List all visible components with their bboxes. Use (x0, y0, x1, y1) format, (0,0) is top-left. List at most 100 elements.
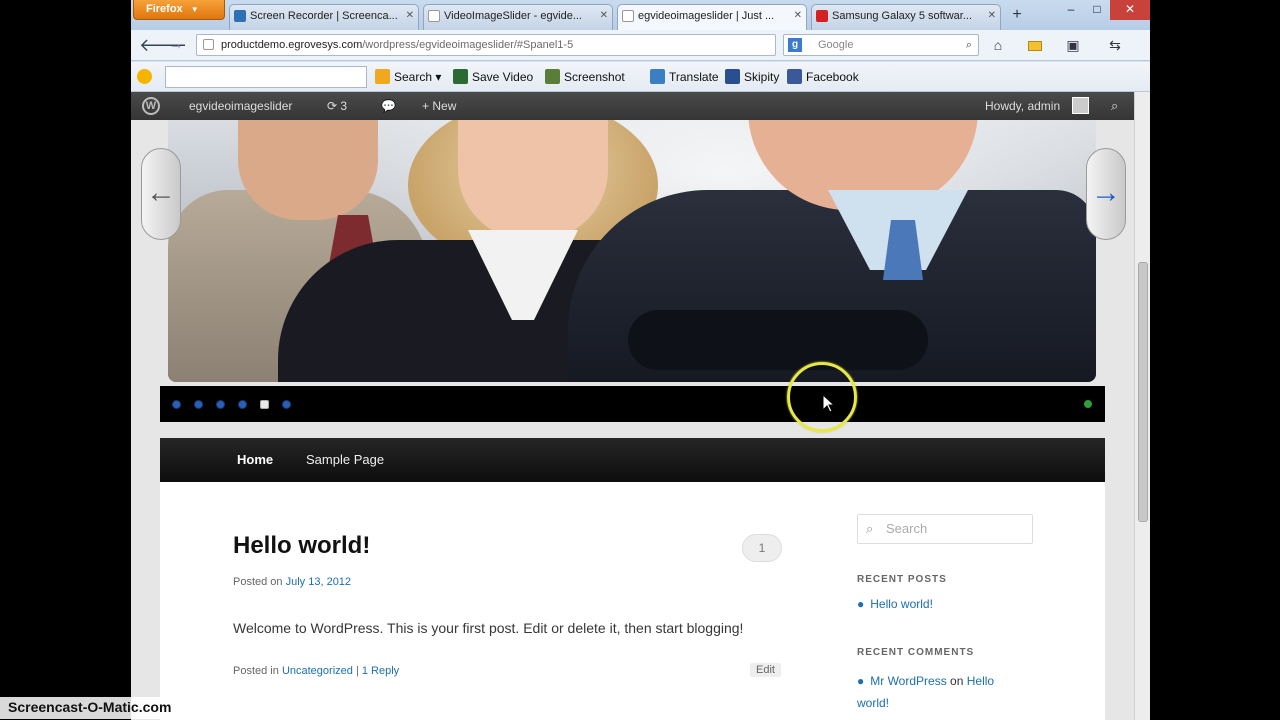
bookmarks-icon[interactable] (1023, 35, 1047, 57)
skipity-button[interactable]: Skipity (725, 68, 779, 86)
close-tab-icon[interactable]: ✕ (988, 5, 996, 27)
toolbar-logo-icon[interactable] (137, 68, 156, 86)
comment-count-bubble[interactable]: 1 (742, 534, 782, 562)
image-slider: ← → (141, 120, 1126, 386)
facebook-button[interactable]: Facebook (787, 68, 859, 86)
post-date-line: Posted on July 13, 2012 (233, 576, 351, 588)
page-favicon-icon (428, 10, 440, 22)
search-icon (375, 69, 390, 84)
tab-label: egvideoimageslider | Just ... (638, 10, 775, 22)
tab-label: Screen Recorder | Screenca... (250, 10, 398, 22)
post-footer-meta: Posted in Uncategorized | 1 Reply (233, 665, 399, 677)
edit-post-link[interactable]: Edit (750, 663, 781, 677)
facebook-icon (787, 69, 802, 84)
search-icon[interactable]: ⌕ (966, 35, 972, 55)
slider-dot-4[interactable] (238, 400, 247, 409)
google-engine-icon[interactable]: g (788, 38, 802, 52)
comment-on-text: on (950, 674, 964, 688)
close-tab-icon[interactable]: ✕ (794, 5, 802, 27)
close-tab-icon[interactable]: ✕ (406, 5, 414, 27)
bookmarks-toolbar: Search ▾ Save Video Screenshot Translate… (131, 62, 1150, 92)
recent-comment-item: ● Mr WordPress on Hello world! (857, 670, 994, 714)
comment-author-link[interactable]: Mr WordPress (870, 674, 946, 688)
slider-dot-6[interactable] (282, 400, 291, 409)
toolbar-search-input[interactable] (165, 66, 367, 88)
recorder-watermark: Screencast-O-Matic.com (0, 697, 225, 719)
main-content: Hello world! 1 Posted on July 13, 2012 W… (160, 482, 1105, 720)
tab-screen-recorder[interactable]: Screen Recorder | Screenca... ✕ (229, 4, 419, 30)
reply-link[interactable]: 1 Reply (362, 665, 399, 677)
minimize-icon[interactable]: – (1058, 0, 1084, 20)
slider-dot-3[interactable] (216, 400, 225, 409)
admin-site-name[interactable]: egvideoimageslider (189, 92, 292, 120)
tab-videoimageslider[interactable]: VideoImageSlider - egvide... ✕ (423, 4, 613, 30)
play-status-icon[interactable] (1084, 400, 1092, 408)
firefox-menu-button[interactable]: Firefox ▼ (133, 0, 225, 20)
facebook-label: Facebook (806, 70, 859, 84)
bullet-icon: ● (857, 674, 865, 688)
camera-icon (545, 69, 560, 84)
skipity-icon (725, 69, 740, 84)
maximize-icon[interactable]: □ (1084, 0, 1110, 20)
slider-dot-2[interactable] (194, 400, 203, 409)
post-date-link[interactable]: July 13, 2012 (286, 576, 351, 588)
close-tab-icon[interactable]: ✕ (600, 5, 608, 27)
category-link[interactable]: Uncategorized (282, 665, 353, 677)
translate-button[interactable]: Translate (650, 68, 719, 86)
slider-prev-button[interactable]: ← (141, 148, 181, 240)
back-arrow-icon[interactable]: 🡐 (139, 35, 187, 57)
new-content-item[interactable]: + New (422, 92, 456, 120)
web-search-input[interactable]: g Google ⌕ (783, 34, 979, 56)
avatar[interactable] (1072, 97, 1089, 114)
site-main-nav: Home Sample Page (160, 438, 1105, 482)
search-icon: ⌕ (866, 521, 874, 536)
close-window-icon[interactable]: ✕ (1110, 0, 1150, 20)
arrow-left-icon: ← (146, 176, 176, 209)
tab-label: Samsung Galaxy 5 softwar... (832, 10, 973, 22)
post-title[interactable]: Hello world! (233, 532, 370, 560)
slider-dot-1[interactable] (172, 400, 181, 409)
skipity-label: Skipity (744, 70, 780, 84)
tab-egvideoimageslider[interactable]: egvideoimageslider | Just ... ✕ (617, 4, 807, 31)
slide-figure-left-face (238, 120, 378, 220)
forward-arrow-icon[interactable]: → (165, 35, 187, 57)
recent-post-link[interactable]: Hello world! (870, 597, 933, 611)
toolbar-search-button[interactable]: Search ▾ (375, 68, 441, 86)
new-tab-button[interactable]: + (1006, 6, 1028, 26)
howdy-account[interactable]: Howdy, admin (985, 92, 1060, 120)
page-favicon-icon (622, 10, 634, 22)
recent-posts-heading: RECENT POSTS (857, 574, 947, 585)
sidebar-search-input[interactable]: ⌕ Search (857, 514, 1033, 544)
slider-dot-5-active[interactable] (260, 400, 269, 409)
url-host: productdemo.egrovesys.com (221, 39, 363, 51)
home-icon[interactable]: ⌂ (986, 35, 1010, 57)
comments-icon[interactable]: 💬 (381, 92, 396, 120)
scrollbar-thumb[interactable] (1138, 262, 1148, 522)
save-video-button[interactable]: Save Video (453, 68, 533, 86)
wp-admin-bar: W egvideoimageslider ⟳ 3 💬 + New Howdy, … (131, 92, 1134, 120)
comment-post-link[interactable]: Hello (967, 674, 994, 688)
vertical-scrollbar[interactable] (1134, 92, 1150, 720)
plus-icon: + (422, 99, 430, 113)
updates-item[interactable]: ⟳ 3 (327, 92, 347, 120)
search-placeholder: Google (818, 39, 854, 51)
translate-label: Translate (669, 70, 719, 84)
slider-control-bar (160, 386, 1105, 422)
screen-capture-icon[interactable]: ▣ (1061, 35, 1085, 57)
search-icon[interactable]: ⌕ (1111, 92, 1118, 120)
tab-samsung-galaxy[interactable]: Samsung Galaxy 5 softwar... ✕ (811, 4, 1001, 30)
navigation-toolbar: 🡐 → productdemo.egrovesys.com/wordpress/… (131, 30, 1150, 61)
slider-next-button[interactable]: → (1086, 148, 1126, 240)
recent-comments-heading: RECENT COMMENTS (857, 647, 975, 658)
meta-separator: | (355, 665, 359, 677)
cursor-highlight-ring (787, 362, 857, 432)
addon-menu-icon[interactable]: ⇆ (1103, 35, 1127, 57)
nav-item-sample-page[interactable]: Sample Page (306, 438, 384, 482)
screen-recording-frame: Firefox ▼ Screen Recorder | Screenca... ✕… (0, 0, 1280, 720)
screenshot-button[interactable]: Screenshot (545, 68, 625, 86)
wordpress-logo-icon[interactable]: W (142, 97, 160, 115)
window-controls: – □ ✕ (1058, 0, 1150, 20)
comment-post-link-cont[interactable]: world! (857, 696, 889, 710)
nav-item-home[interactable]: Home (237, 438, 273, 482)
address-bar[interactable]: productdemo.egrovesys.com/wordpress/egvi… (196, 34, 833, 58)
